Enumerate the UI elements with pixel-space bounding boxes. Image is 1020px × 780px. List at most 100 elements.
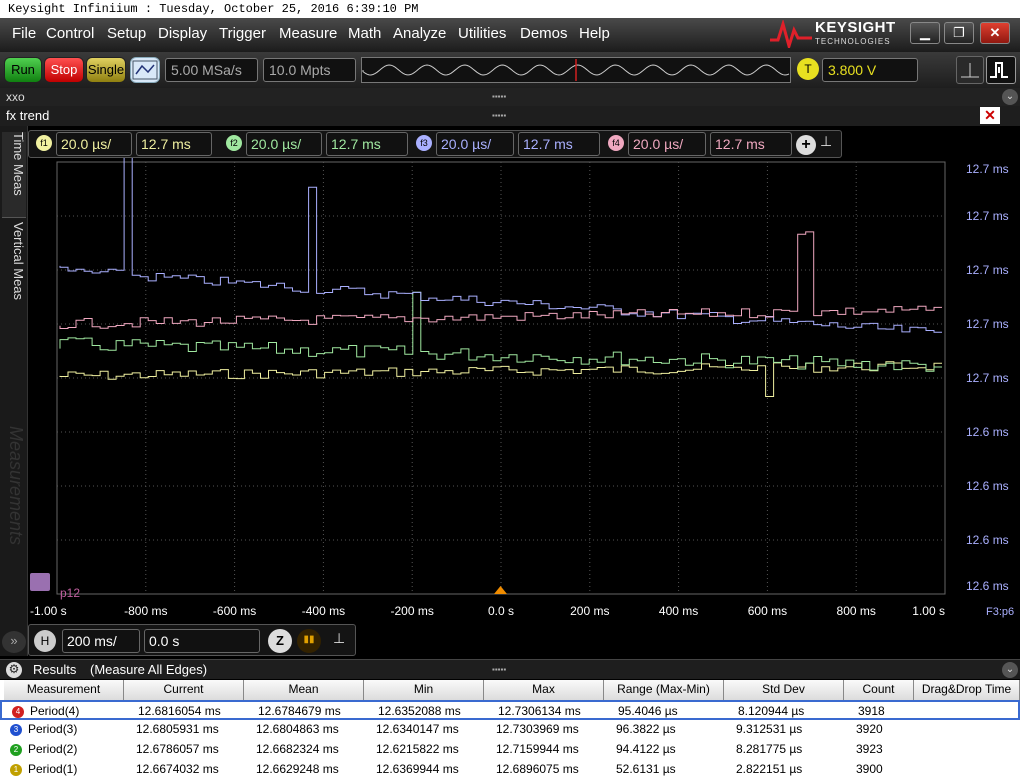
close-button[interactable]: ✕ <box>980 22 1010 44</box>
measurement-value: 12.7159944 ms <box>496 742 579 756</box>
close-trend-icon[interactable]: ✕ <box>980 107 1000 124</box>
menu-help[interactable]: Help <box>579 25 610 42</box>
horizontal-badge[interactable]: H <box>34 630 56 652</box>
table-row[interactable]: 1 Period(1) 12.6674032 ms 12.6629248 ms 12.6… <box>0 760 1020 780</box>
restore-icon: ❐ <box>953 25 965 40</box>
table-row[interactable]: 4 Period(4) 12.6816054 ms 12.6784679 ms 12.6… <box>0 700 1020 720</box>
f3-scale[interactable]: 20.0 µs/ <box>436 132 514 156</box>
column-header[interactable]: Mean <box>244 680 364 700</box>
y-tick-label: 12.7 ms <box>966 263 1009 277</box>
column-header[interactable]: Count <box>844 680 914 700</box>
measurement-value: 12.6804863 ms <box>256 722 339 736</box>
memory-depth-field[interactable]: 10.0 Mpts <box>263 58 356 82</box>
pin-icon[interactable]: ⊥ <box>333 630 345 647</box>
menu-setup[interactable]: Setup <box>107 25 146 42</box>
menu-demos[interactable]: Demos <box>520 25 568 42</box>
menu-utilities[interactable]: Utilities <box>458 25 506 42</box>
gear-icon[interactable]: ⚙ <box>6 662 22 678</box>
f1-badge[interactable]: f1 <box>36 135 52 151</box>
y-tick-label: 12.7 ms <box>966 209 1009 223</box>
x-tick-label: -600 ms <box>213 604 256 618</box>
drag-handle-icon[interactable]: ▪▪▪▪▪ <box>492 106 506 126</box>
measurement-value: 12.7306134 ms <box>498 704 581 718</box>
menu-control[interactable]: Control <box>46 25 94 42</box>
f4-badge[interactable]: f4 <box>608 135 624 151</box>
sample-rate-field[interactable]: 5.00 MSa/s <box>165 58 258 82</box>
menu-file[interactable]: File <box>12 25 36 42</box>
x-tick-label: -800 ms <box>124 604 167 618</box>
trigger-mode-button[interactable] <box>986 56 1016 84</box>
drag-handle-icon[interactable]: ▪▪▪▪▪ <box>492 660 506 680</box>
trend-plot[interactable]: 12.7 ms 12.7 ms 12.7 ms 12.7 ms 12.7 ms 12.6 … <box>0 158 1020 628</box>
column-header[interactable]: Min <box>364 680 484 700</box>
menu-display[interactable]: Display <box>158 25 207 42</box>
zoom-icon[interactable]: Z <box>268 629 292 653</box>
measurement-value: 95.4046 µs <box>618 704 678 718</box>
results-table: Measurement Current Mean Min Max Range (Max-M… <box>0 680 1020 780</box>
drag-handle-icon[interactable]: ▪▪▪▪▪ <box>492 88 506 106</box>
column-header[interactable]: Max <box>484 680 604 700</box>
column-header[interactable]: Range (Max-Min) <box>604 680 724 700</box>
brand-name: KEYSIGHT <box>815 19 896 36</box>
menu-math[interactable]: Math <box>348 25 381 42</box>
channel-badge: 2 <box>10 744 22 756</box>
y-tick-label: 12.7 ms <box>966 162 1009 176</box>
f2-badge[interactable]: f2 <box>226 135 242 151</box>
gate-icon[interactable]: ▮▮ <box>297 629 321 653</box>
f4-offset[interactable]: 12.7 ms <box>710 132 792 156</box>
marker-badge-icon[interactable] <box>30 573 50 591</box>
single-button[interactable]: Single <box>86 57 126 83</box>
f2-offset[interactable]: 12.7 ms <box>326 132 408 156</box>
measurement-value: 12.6352088 ms <box>378 704 461 718</box>
measurement-value: 12.6805931 ms <box>136 722 219 736</box>
measurement-value: 96.3822 µs <box>616 722 676 736</box>
channel-badge: 3 <box>10 724 22 736</box>
measure-tool-button[interactable] <box>956 56 984 84</box>
measurement-value: 8.120944 µs <box>738 704 805 718</box>
measurement-value: 12.6215822 ms <box>376 742 459 756</box>
toolbar: Run Stop Single 5.00 MSa/s 10.0 Mpts T 3… <box>0 52 1020 88</box>
f4-scale[interactable]: 20.0 µs/ <box>628 132 706 156</box>
autoscale-button[interactable] <box>130 57 160 83</box>
f1-scale[interactable]: 20.0 µs/ <box>56 132 132 156</box>
measurement-value: 3918 <box>858 704 885 718</box>
measurement-value: 3923 <box>856 742 883 756</box>
f3-offset[interactable]: 12.7 ms <box>518 132 600 156</box>
add-function-icon[interactable]: + <box>796 135 816 155</box>
menu-measure[interactable]: Measure <box>279 25 337 42</box>
f3-badge[interactable]: f3 <box>416 135 432 151</box>
expand-panel-icon[interactable]: » <box>2 631 26 653</box>
measurement-value: 12.6784679 ms <box>258 704 341 718</box>
window-title: Keysight Infiniium : Tuesday, October 25… <box>0 0 1020 18</box>
run-button[interactable]: Run <box>4 57 42 83</box>
trigger-level-field[interactable]: 3.800 V <box>822 58 918 82</box>
maximize-button[interactable]: ❐ <box>944 22 974 44</box>
table-row[interactable]: 3 Period(3) 12.6805931 ms 12.6804863 ms 12.6… <box>0 720 1020 740</box>
horizontal-scale[interactable]: 200 ms/ <box>62 629 140 653</box>
collapse-chevron-icon[interactable]: ⌄ <box>1002 89 1018 105</box>
stop-button[interactable]: Stop <box>44 57 84 83</box>
column-header[interactable]: Current <box>124 680 244 700</box>
menu-trigger[interactable]: Trigger <box>219 25 266 42</box>
keysight-logo-icon <box>770 20 812 48</box>
x-tick-label: 400 ms <box>659 604 698 618</box>
menu-analyze[interactable]: Analyze <box>393 25 446 42</box>
fx-trend-header[interactable]: fx trend ▪▪▪▪▪ ✕ <box>0 106 1020 126</box>
waveform-overview[interactable] <box>361 57 791 83</box>
minimize-button[interactable]: ▁ <box>910 22 940 44</box>
measurement-value: 12.6816054 ms <box>138 704 221 718</box>
f2-scale[interactable]: 20.0 µs/ <box>246 132 322 156</box>
measurement-name: Period(2) <box>28 742 78 756</box>
column-header[interactable]: Drag&Drop Time <box>914 680 1020 700</box>
pin-icon[interactable]: ⊥ <box>820 133 832 150</box>
horizontal-position[interactable]: 0.0 s <box>144 629 260 653</box>
autoscale-icon <box>132 60 158 80</box>
column-header[interactable]: Std Dev <box>724 680 844 700</box>
table-row[interactable]: 2 Period(2) 12.6786057 ms 12.6682324 ms 12.6… <box>0 740 1020 760</box>
collapse-chevron-icon[interactable]: ⌄ <box>1002 662 1018 678</box>
measurement-value: 12.7303969 ms <box>496 722 579 736</box>
column-header[interactable]: Measurement <box>4 680 124 700</box>
f1-offset[interactable]: 12.7 ms <box>136 132 212 156</box>
xxo-panel-header[interactable]: xxo ▪▪▪▪▪ ⌄ <box>0 88 1020 106</box>
results-header[interactable]: ⚙ Results (Measure All Edges) ▪▪▪▪▪ ⌄ <box>0 659 1020 679</box>
